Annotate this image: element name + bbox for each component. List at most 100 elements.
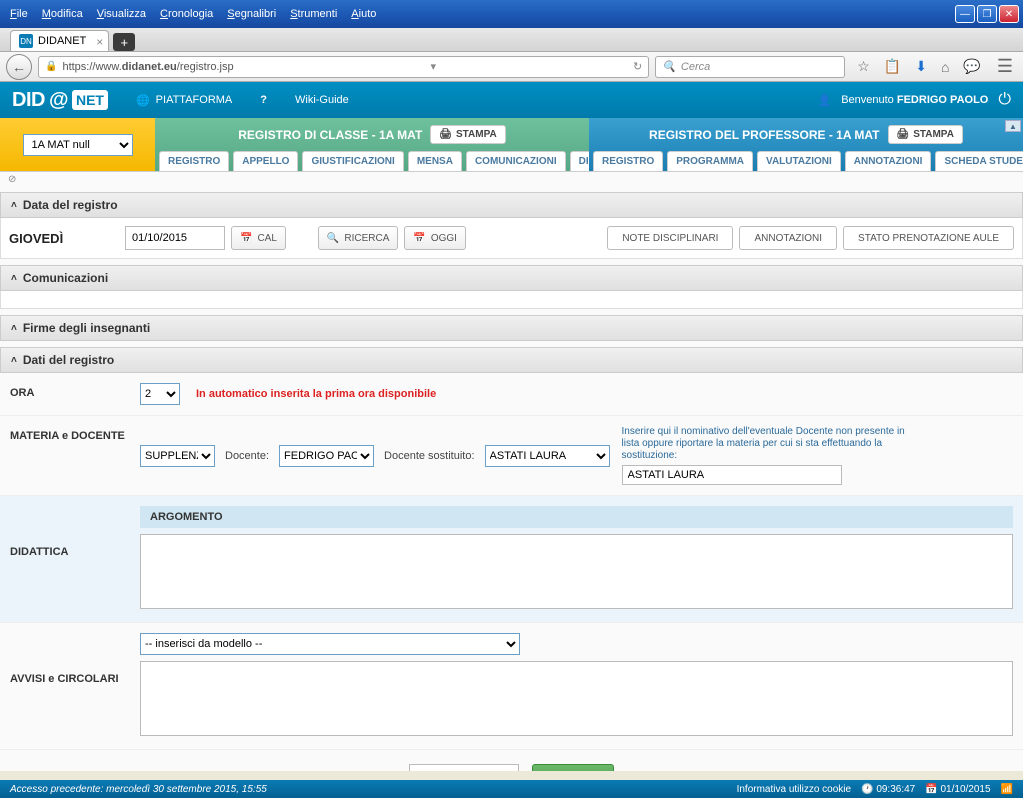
- ora-select[interactable]: 2: [140, 383, 180, 405]
- registro-bands: 1A MAT null REGISTRO DI CLASSE - 1A MAT …: [0, 118, 1023, 171]
- tab-close-icon[interactable]: ×: [96, 35, 103, 49]
- section-firme[interactable]: ˄ Firme degli insegnanti: [0, 315, 1023, 341]
- tab-appello[interactable]: APPELLO: [233, 151, 298, 171]
- tab-scheda[interactable]: SCHEDA STUDENTE: [935, 151, 1023, 171]
- lock-icon: 🔒: [45, 61, 57, 72]
- argomento-textarea[interactable]: [140, 534, 1013, 609]
- ora-label: ORA: [10, 383, 140, 399]
- window-controls: — ❐ ✕: [955, 5, 1019, 23]
- tab-giustificazioni[interactable]: GIUSTIFICAZIONI: [302, 151, 403, 171]
- sostituito-input[interactable]: [622, 465, 842, 485]
- reload-icon[interactable]: ↻: [633, 60, 642, 73]
- prof-tabs: REGISTRO PROGRAMMA VALUTAZIONI ANNOTAZIO…: [593, 151, 1019, 171]
- favicon: DN: [19, 34, 33, 48]
- sostituito-label: Docente sostituito:: [384, 450, 475, 462]
- registro-classe-band: REGISTRO DI CLASSE - 1A MAT 🖨 STAMPA REG…: [155, 118, 589, 171]
- save-input[interactable]: [409, 764, 519, 771]
- url-bar[interactable]: 🔒 https://www.didanet.eu/registro.jsp ▾ …: [38, 56, 649, 78]
- materia-row: MATERIA e DOCENTE SUPPLENZA Docente: FED…: [0, 416, 1023, 496]
- cal-button[interactable]: 📅CAL: [231, 226, 286, 250]
- section-dati-registro[interactable]: ˄ Dati del registro: [0, 347, 1023, 373]
- status-time: 🕐 09:36:47: [861, 784, 915, 795]
- logo[interactable]: DID @ NET: [12, 89, 108, 112]
- browser-tab[interactable]: DN DIDANET ×: [10, 30, 109, 51]
- avvisi-textarea[interactable]: [140, 661, 1013, 736]
- note-disciplinari-button[interactable]: NOTE DISCIPLINARI: [607, 226, 733, 250]
- cookie-link[interactable]: Informativa utilizzo cookie: [737, 784, 852, 795]
- home-icon[interactable]: ⌂: [941, 59, 949, 75]
- tab-mensa[interactable]: MENSA: [408, 151, 462, 171]
- menu-segnalibri[interactable]: Segnalibri: [221, 6, 282, 22]
- tab-title: DIDANET: [38, 35, 86, 47]
- oggi-button[interactable]: 📅OGGI: [404, 226, 466, 250]
- maximize-button[interactable]: ❐: [977, 5, 997, 23]
- stampa-prof-button[interactable]: 🖨 STAMPA: [888, 125, 963, 144]
- url-text: https://www.didanet.eu/registro.jsp: [62, 61, 233, 73]
- tab-registro[interactable]: REGISTRO: [159, 151, 229, 171]
- model-select[interactable]: -- inserisci da modello --: [140, 633, 520, 655]
- docente-label: Docente:: [225, 450, 269, 462]
- download-icon[interactable]: ⬇: [915, 58, 927, 75]
- browser-toolbar: ← 🔒 https://www.didanet.eu/registro.jsp …: [0, 52, 1023, 82]
- tab-comunicazioni[interactable]: COMUNICAZIONI: [466, 151, 566, 171]
- class-select[interactable]: 1A MAT null: [23, 134, 133, 156]
- materia-label: MATERIA e DOCENTE: [10, 426, 140, 442]
- truncated-notice: ⊘: [0, 172, 1023, 186]
- materia-select[interactable]: SUPPLENZA: [140, 445, 215, 467]
- close-button[interactable]: ✕: [999, 5, 1019, 23]
- calendar-icon: 📅: [240, 233, 252, 244]
- tab-programma[interactable]: PROGRAMMA: [667, 151, 753, 171]
- annotazioni-button[interactable]: ANNOTAZIONI: [739, 226, 837, 250]
- avvisi-row: AVVISI e CIRCOLARI -- inserisci da model…: [0, 623, 1023, 750]
- os-menu: File Modifica Visualizza Cronologia Segn…: [4, 6, 382, 22]
- registro-prof-band: REGISTRO DEL PROFESSORE - 1A MAT 🖨 STAMP…: [589, 118, 1023, 171]
- printer-icon: 🖨: [439, 129, 452, 140]
- sostituito-select[interactable]: ASTATI LAURA: [485, 445, 610, 467]
- menu-modifica[interactable]: Modifica: [36, 6, 89, 22]
- main-content: ⊘ ˄ Data del registro GIOVEDÌ 📅CAL 🔍RICE…: [0, 171, 1023, 771]
- minimize-button[interactable]: —: [955, 5, 975, 23]
- data-registro-body: GIOVEDÌ 📅CAL 🔍RICERCA 📅OGGI NOTE DISCIPL…: [0, 218, 1023, 259]
- stato-prenotazione-button[interactable]: STATO PRENOTAZIONE AULE: [843, 226, 1014, 250]
- docente-select[interactable]: FEDRIGO PAOLO: [279, 445, 374, 467]
- clipboard-icon[interactable]: 📋: [884, 58, 901, 75]
- didattica-label: DIDATTICA: [10, 506, 140, 558]
- piattaforma-link[interactable]: 🌐 PIATTAFORMA: [136, 94, 232, 107]
- new-tab-button[interactable]: +: [113, 33, 135, 51]
- ora-row: ORA 2 In automatico inserita la prima or…: [0, 373, 1023, 416]
- bookmark-star-icon[interactable]: ☆: [857, 58, 870, 75]
- search-icon: 🔍: [327, 233, 339, 244]
- section-comunicazioni[interactable]: ˄ Comunicazioni: [0, 265, 1023, 291]
- classe-tabs: REGISTRO APPELLO GIUSTIFICAZIONI MENSA C…: [159, 151, 585, 171]
- calendar-icon: 📅: [413, 233, 425, 244]
- tab-valutazioni[interactable]: VALUTAZIONI: [757, 151, 841, 171]
- header-right: 👤 Benvenuto FEDRIGO PAOLO ⏻: [818, 91, 1012, 109]
- browser-search[interactable]: 🔍 Cerca: [655, 56, 845, 78]
- day-label: GIOVEDÌ: [9, 231, 119, 246]
- chevron-up-icon: ˄: [11, 200, 17, 211]
- back-button[interactable]: ←: [6, 54, 32, 80]
- toolbar-icons: ☆ 📋 ⬇ ⌂ 💬: [851, 58, 987, 75]
- menu-file[interactable]: File: [4, 6, 34, 22]
- menu-aiuto[interactable]: Aiuto: [345, 6, 382, 22]
- section-data-registro[interactable]: ˄ Data del registro: [0, 192, 1023, 218]
- dropdown-icon[interactable]: ▾: [431, 60, 437, 73]
- help-link[interactable]: ?: [260, 94, 267, 106]
- chevron-up-icon: ˄: [11, 355, 17, 366]
- chat-icon[interactable]: 💬: [963, 58, 980, 75]
- salva-button[interactable]: ✓ SALVA: [532, 764, 614, 771]
- check-icon: ✓: [549, 771, 558, 772]
- hamburger-menu[interactable]: ☰: [993, 56, 1017, 77]
- tab-registro-prof[interactable]: REGISTRO: [593, 151, 663, 171]
- ora-hint: In automatico inserita la prima ora disp…: [196, 388, 436, 400]
- scroll-up-icon[interactable]: ▲: [1005, 120, 1021, 132]
- wiki-link[interactable]: Wiki-Guide: [295, 94, 349, 106]
- menu-strumenti[interactable]: Strumenti: [284, 6, 343, 22]
- menu-visualizza[interactable]: Visualizza: [91, 6, 152, 22]
- date-input[interactable]: [125, 226, 225, 250]
- power-icon[interactable]: ⏻: [998, 91, 1011, 109]
- stampa-classe-button[interactable]: 🖨 STAMPA: [430, 125, 505, 144]
- ricerca-button[interactable]: 🔍RICERCA: [318, 226, 398, 250]
- menu-cronologia[interactable]: Cronologia: [154, 6, 219, 22]
- tab-annotazioni[interactable]: ANNOTAZIONI: [845, 151, 932, 171]
